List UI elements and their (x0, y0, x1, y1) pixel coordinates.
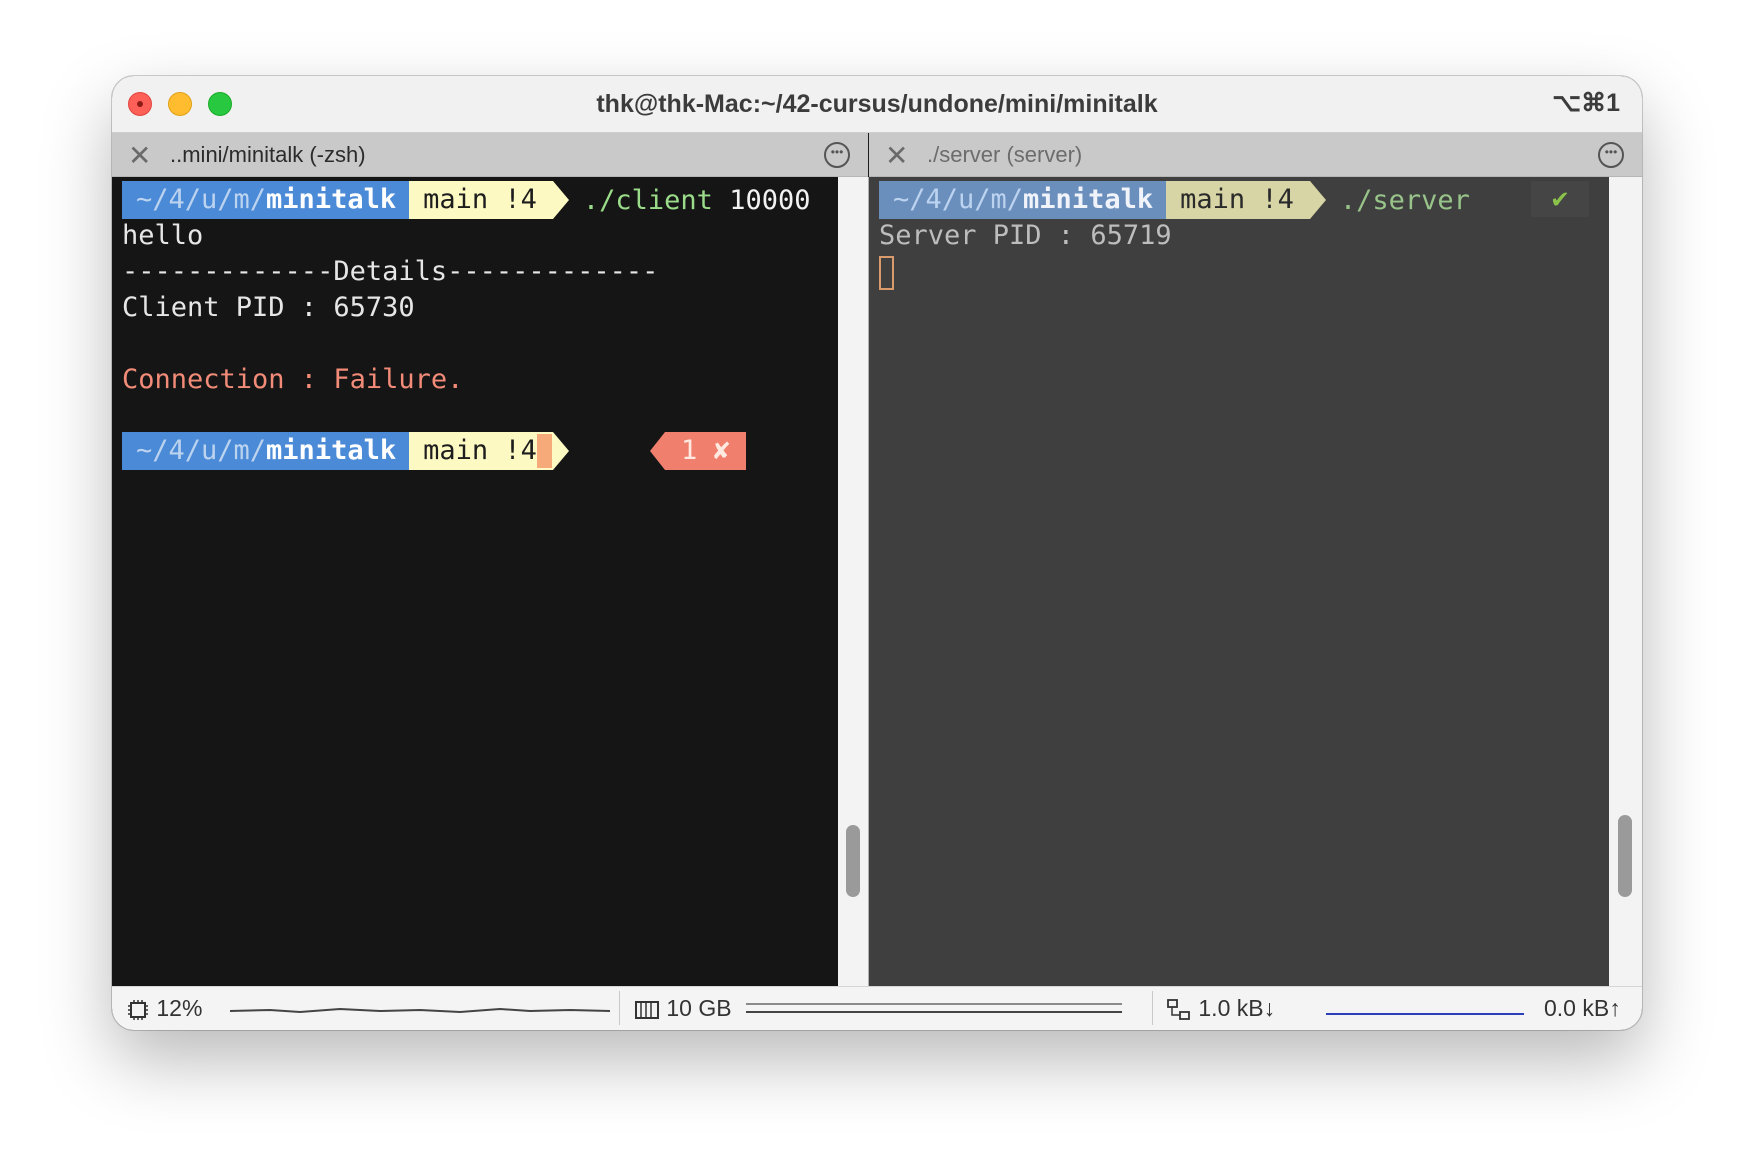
prompt-git-status: main !4 (409, 432, 569, 470)
network-down-status: 1.0 kB↓ (1166, 995, 1275, 1022)
status-separator (1152, 991, 1153, 1025)
prompt-directory: ~/4/u/m/minitalk (879, 181, 1167, 219)
cpu-status: 12% (126, 995, 202, 1022)
success-check-icon: ✔ (1531, 181, 1589, 217)
output-line: Server PID : 65719 (879, 220, 1172, 251)
prompt-directory: ~/4/u/m/minitalk (122, 432, 410, 470)
scrollbar-right[interactable] (1609, 177, 1642, 986)
tab-left-pane[interactable]: ✕ ..mini/minitalk (-zsh) ••• (112, 133, 868, 177)
error-line: Connection : Failure. (122, 364, 464, 395)
output-line: hello (122, 220, 204, 251)
more-options-icon[interactable]: ••• (1598, 142, 1624, 168)
tab-right-pane[interactable]: ✕ ./server (server) ••• (869, 133, 1642, 177)
output-line: Client PID : 65730 (122, 292, 415, 323)
window-title: thk@thk-Mac:~/42-cursus/undone/mini/mini… (596, 90, 1158, 118)
status-bar: 12% 10 GB 1.0 kB↓ 0.0 kB↑ (112, 986, 1642, 1030)
window-shortcut: ⌥⌘1 (1552, 89, 1620, 117)
more-options-icon[interactable]: ••• (824, 142, 850, 168)
close-tab-icon[interactable]: ✕ (128, 139, 151, 172)
scrollbar-thumb[interactable] (1618, 815, 1632, 897)
network-down-value: 1.0 kB↓ (1198, 995, 1276, 1021)
scrollbar-thumb[interactable] (846, 825, 860, 897)
memory-graph (746, 1003, 1122, 1013)
terminal-pane-client[interactable]: ~/4/u/m/minitalk main !4 ./client 10000 … (112, 177, 838, 986)
tab-label: ..mini/minitalk (-zsh) (170, 142, 366, 167)
command-text: ./client 10000 (582, 184, 811, 216)
status-separator (619, 991, 620, 1025)
shell-prompt: ~/4/u/m/minitalk main !4 (122, 432, 569, 470)
memory-value: 10 GB (666, 995, 732, 1021)
prompt-git-status: main !4 (409, 181, 569, 219)
terminal-window: thk@thk-Mac:~/42-cursus/undone/mini/mini… (112, 76, 1642, 1030)
prompt-directory: ~/4/u/m/minitalk (122, 181, 410, 219)
close-tab-icon[interactable]: ✕ (885, 139, 908, 172)
title-bar: thk@thk-Mac:~/42-cursus/undone/mini/mini… (112, 76, 1642, 133)
cpu-graph (230, 1007, 610, 1014)
command-text: ./server (1339, 184, 1470, 216)
tab-label: ./server (server) (927, 142, 1083, 167)
exit-status-badge: 1 ✘ (650, 432, 746, 470)
cpu-icon (128, 999, 148, 1020)
cpu-value: 12% (156, 995, 203, 1021)
memory-icon (635, 1000, 659, 1019)
text-cursor (537, 434, 552, 468)
terminal-pane-server[interactable]: ~/4/u/m/minitalk main !4 ./server ✔ Serv… (869, 177, 1609, 986)
network-graph (1326, 1013, 1524, 1015)
output-line: -------------Details------------- (122, 256, 659, 287)
shell-prompt: ~/4/u/m/minitalk main !4 ./server (879, 181, 1470, 219)
network-up-value: 0.0 kB↑ (1544, 995, 1621, 1021)
text-cursor (879, 256, 894, 290)
memory-status: 10 GB (634, 995, 732, 1022)
shell-prompt: ~/4/u/m/minitalk main !4 ./client 10000 (122, 181, 810, 219)
prompt-git-status: main !4 (1166, 181, 1326, 219)
network-icon (1167, 999, 1190, 1020)
scrollbar-left[interactable] (838, 177, 869, 986)
